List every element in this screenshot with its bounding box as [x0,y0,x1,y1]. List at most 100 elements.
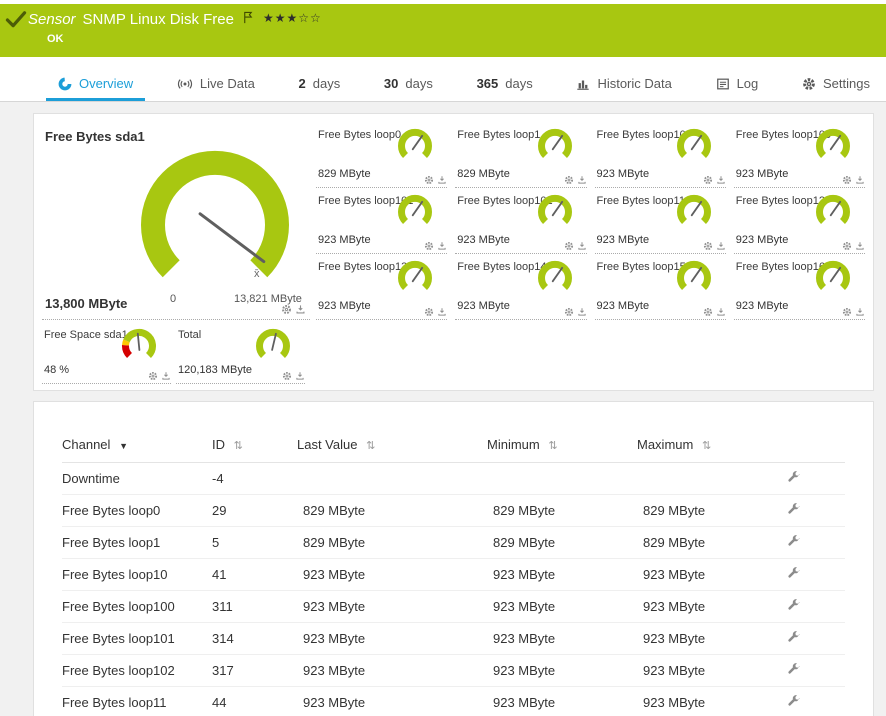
tab-settings[interactable]: Settings [790,69,882,101]
gauge-value: 923 MByte [597,300,650,312]
channel-name[interactable]: Free Bytes loop10 [62,559,212,591]
gauge-grid: Free Bytes loop0 829 MByte Free Bytes lo… [316,122,865,390]
channel-name[interactable]: Free Bytes loop11 [62,687,212,716]
gauge-settings-icon[interactable] [703,241,713,251]
column-header-id[interactable]: ID ⇅ [212,428,297,463]
gauge-cell: Free Bytes loop0 829 MByte [316,122,447,188]
gauge-dial[interactable] [397,260,433,296]
gauge-dial[interactable] [397,128,433,164]
gauge-dial[interactable] [255,328,291,364]
gauge-pin-icon[interactable] [855,241,865,251]
star-filled-icon[interactable]: ★ [275,11,287,25]
gauge-pin-icon[interactable] [716,307,726,317]
gauge-settings-icon[interactable] [842,175,852,185]
channels-panel: Channel ▼ ID ⇅ Last Value ⇅ Minimum [33,401,874,716]
gauge-dial[interactable] [537,128,573,164]
gauge-pin-icon[interactable] [161,371,171,381]
gauge-settings-icon[interactable] [703,307,713,317]
gear-icon [802,77,816,91]
gauge-settings-icon[interactable] [281,304,292,315]
gauge-dial[interactable] [537,194,573,230]
star-empty-icon[interactable]: ☆ [310,11,322,25]
star-filled-icon[interactable]: ★ [263,11,275,25]
gauge-pin-icon[interactable] [295,371,305,381]
star-filled-icon[interactable]: ★ [287,11,299,25]
gauge-settings-icon[interactable] [282,371,292,381]
channel-name[interactable]: Free Bytes loop0 [62,495,212,527]
gauge-settings-icon[interactable] [564,175,574,185]
column-header-minimum[interactable]: Minimum ⇅ [487,428,637,463]
gauge-label: Total [178,329,201,341]
gauge-label: Free Bytes loop16 [736,261,825,273]
column-label: ID [212,437,225,452]
channel-table: Channel ▼ ID ⇅ Last Value ⇅ Minimum [62,428,845,716]
gauge-pin-icon[interactable] [577,307,587,317]
channel-name[interactable]: Free Bytes loop100 [62,591,212,623]
gauge-dial[interactable] [676,194,712,230]
gauge-settings-icon[interactable] [564,241,574,251]
gauge-pin-icon[interactable] [295,304,306,315]
channel-settings-icon[interactable] [787,534,801,548]
channel-name[interactable]: Free Bytes loop102 [62,655,212,687]
channel-name[interactable]: Free Bytes loop1 [62,527,212,559]
gauge-pin-icon[interactable] [437,307,447,317]
gauge-settings-icon[interactable] [842,307,852,317]
gauge-dial[interactable] [815,128,851,164]
column-header-maximum[interactable]: Maximum ⇅ [637,428,787,463]
channel-settings-icon[interactable] [787,662,801,676]
tab-2-days[interactable]: 2 days [287,69,353,101]
flag-icon[interactable] [243,11,253,24]
channel-settings-icon[interactable] [787,470,801,484]
gauge-pin-icon[interactable] [716,241,726,251]
channel-settings-icon[interactable] [787,694,801,708]
channel-name[interactable]: Free Bytes loop101 [62,623,212,655]
star-rating[interactable]: ★★★☆☆ [263,11,322,25]
object-kind-label: Sensor [28,11,76,28]
tab-live-data[interactable]: Live Data [165,69,267,101]
tab-overview[interactable]: Overview [46,69,145,101]
gauge-mini-icons [148,371,171,381]
tab-historic-data[interactable]: Historic Data [564,69,683,101]
star-empty-icon[interactable]: ☆ [298,11,310,25]
channel-last-value [297,463,487,495]
gauge-settings-icon[interactable] [564,307,574,317]
gauge-settings-icon[interactable] [424,241,434,251]
gauge-settings-icon[interactable] [703,175,713,185]
gauge-settings-icon[interactable] [424,307,434,317]
gauge-settings-icon[interactable] [148,371,158,381]
gauge-dial[interactable] [397,194,433,230]
gauge-pin-icon[interactable] [716,175,726,185]
gauge-dial[interactable] [815,194,851,230]
gauge-pin-icon[interactable] [855,175,865,185]
channel-maximum: 829 MByte [637,527,787,559]
gauge-dial[interactable] [676,260,712,296]
gauge-dial[interactable] [815,260,851,296]
tab-log[interactable]: Log [704,69,771,101]
gauge-pin-icon[interactable] [577,241,587,251]
gauge-dial[interactable] [676,128,712,164]
gauge-dial[interactable] [121,328,157,364]
gauge-cell: Free Bytes loop1 829 MByte [455,122,586,188]
gauge-dial[interactable] [537,260,573,296]
column-header-channel[interactable]: Channel ▼ [62,428,212,463]
channel-name[interactable]: Downtime [62,463,212,495]
tab-365-days[interactable]: 365 days [465,69,545,101]
column-header-last-value[interactable]: Last Value ⇅ [297,428,487,463]
log-icon [716,77,730,91]
gauge-pin-icon[interactable] [577,175,587,185]
gauge-pin-icon[interactable] [437,241,447,251]
channel-last-value: 923 MByte [297,687,487,716]
tab-label: Log [737,76,759,91]
gauge-pin-icon[interactable] [437,175,447,185]
gauge-pin-icon[interactable] [855,307,865,317]
channel-settings-icon[interactable] [787,566,801,580]
channel-settings-icon[interactable] [787,630,801,644]
gauge-settings-icon[interactable] [424,175,434,185]
channel-settings-icon[interactable] [787,598,801,612]
gauge-value: 923 MByte [457,234,510,246]
channel-settings-icon[interactable] [787,502,801,516]
main-gauge-dial[interactable] [140,150,290,305]
sensor-status-text: OK [47,33,64,45]
tab-30-days[interactable]: 30 days [372,69,445,101]
gauge-settings-icon[interactable] [842,241,852,251]
